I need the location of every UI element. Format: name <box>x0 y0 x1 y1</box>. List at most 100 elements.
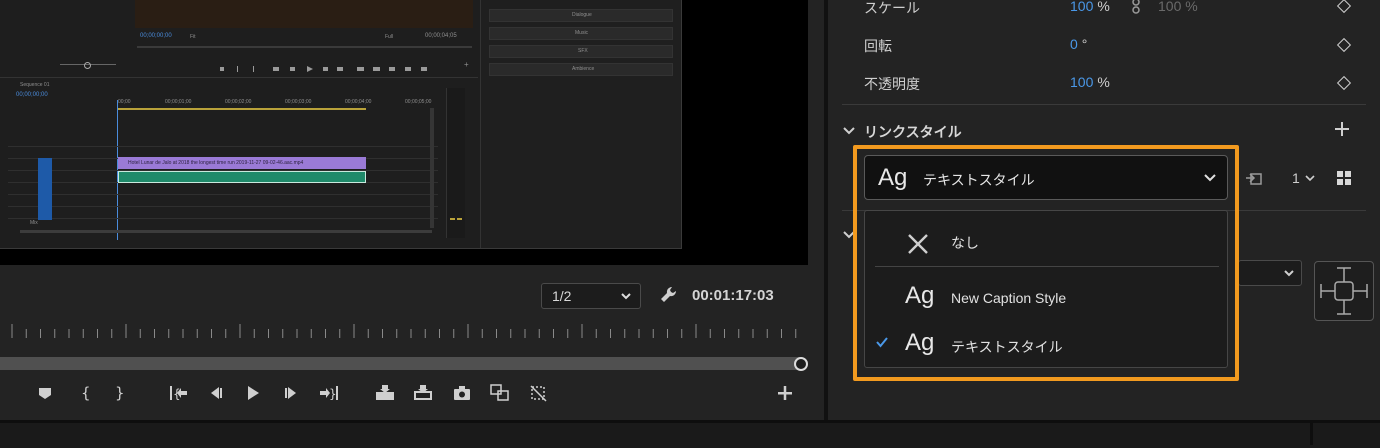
text-style-icon: Ag <box>905 329 935 356</box>
mark-in-icon: { <box>81 384 91 402</box>
nested-ruler-tick: 00;00 <box>118 99 131 105</box>
plus-icon <box>778 386 792 400</box>
nested-mix-label: Mix <box>30 220 38 226</box>
nested-premiere-screenshot: 00;00;00;00 Fit Full 00;00;04;05 + Dialo… <box>0 0 682 249</box>
step-back-button[interactable] <box>205 383 227 403</box>
nested-work-area-bar <box>118 108 366 110</box>
export-frame-button[interactable] <box>451 383 473 403</box>
chevron-down-icon <box>1284 270 1294 277</box>
anchor-position-control[interactable] <box>1314 261 1374 321</box>
overwrite-button[interactable] <box>412 383 434 403</box>
nested-timeline-panel: Sequence 01 00;00;00;00 00;00 00;00;01;0… <box>0 77 478 248</box>
proxy-toggle-button[interactable] <box>528 383 550 403</box>
rotation-unit: ° <box>1081 36 1088 52</box>
go-to-in-button[interactable]: { <box>167 383 189 403</box>
comparison-view-button[interactable] <box>489 383 511 403</box>
nested-ruler-tick: 00;00;05;00 <box>405 99 432 105</box>
insert-icon <box>376 385 394 400</box>
keyframe-toggle-icon[interactable] <box>1336 75 1352 91</box>
text-style-icon: Ag <box>905 282 935 309</box>
step-forward-button[interactable] <box>280 383 302 403</box>
overwrite-icon <box>414 385 432 400</box>
nested-fit-select: Fit <box>190 34 196 40</box>
marker-icon <box>39 388 51 399</box>
keyframe-toggle-icon[interactable] <box>1336 0 1352 14</box>
properties-panel: スケール 100% 100 % 回転 0 ° 不透明度 100% リンクスタイル … <box>828 0 1380 420</box>
opacity-unit: % <box>1097 74 1110 90</box>
chevron-down-icon <box>621 293 631 300</box>
bottom-panel-divider <box>1310 423 1313 445</box>
nested-add-icon: + <box>464 60 469 69</box>
play-icon <box>248 386 259 400</box>
proxy-icon <box>530 385 547 402</box>
scale-unit: % <box>1097 0 1110 14</box>
nested-track-targets <box>38 158 52 220</box>
scale-value[interactable]: 100% <box>1070 0 1110 14</box>
program-monitor: 00;00;00;00 Fit Full 00;00;04;05 + Dialo… <box>0 0 824 420</box>
nested-track-row <box>8 206 438 219</box>
nested-dialogue-button: Dialogue <box>572 12 592 18</box>
playhead-handle[interactable] <box>794 357 808 371</box>
play-button[interactable] <box>242 383 264 403</box>
scale-linked-value: 100 % <box>1158 0 1198 14</box>
go-to-in-icon: { <box>170 386 187 401</box>
nested-audio-clip <box>118 171 366 183</box>
chevron-down-icon[interactable] <box>1305 173 1315 183</box>
text-style-dropdown[interactable]: Ag テキストスタイル <box>864 155 1228 200</box>
nested-transport-controls <box>215 60 430 72</box>
alignment-select[interactable] <box>1238 260 1302 286</box>
nested-sequence-tab: Sequence 01 <box>20 82 50 88</box>
nested-timeline-scrollbar <box>20 230 432 233</box>
playhead-timecode[interactable]: 00:01:17:03 <box>692 287 774 304</box>
zoom-resolution-value: 1/2 <box>552 288 572 304</box>
checkmark-icon <box>876 337 888 348</box>
mark-in-button[interactable]: { <box>74 383 96 403</box>
rotation-value[interactable]: 0 ° <box>1070 36 1087 52</box>
menu-item-new-caption-style[interactable]: Ag New Caption Style <box>865 276 1227 316</box>
chevron-down-icon[interactable] <box>842 228 856 242</box>
track-count-value[interactable]: 1 <box>1292 170 1300 186</box>
opacity-value[interactable]: 100% <box>1070 74 1110 90</box>
opacity-label: 不透明度 <box>864 76 920 92</box>
menu-item-none[interactable]: なし <box>865 219 1227 259</box>
nested-music-button: Music <box>575 30 589 36</box>
close-icon <box>908 234 928 254</box>
nested-scrub-bar <box>137 46 472 48</box>
button-editor-button[interactable] <box>774 383 796 403</box>
time-ruler[interactable] <box>0 322 810 340</box>
nested-full-select: Full <box>385 34 394 40</box>
add-marker-button[interactable] <box>34 383 56 403</box>
zoom-resolution-select[interactable]: 1/2 <box>541 283 641 309</box>
chevron-down-icon[interactable] <box>842 124 856 138</box>
text-style-menu: なし Ag New Caption Style Ag テキストスタイル <box>864 210 1228 368</box>
nested-zoom-slider <box>60 62 120 69</box>
link-icon[interactable] <box>1130 0 1142 14</box>
go-to-out-button[interactable]: } <box>318 383 340 403</box>
nested-video-clip-label: Hotel Lunar de Jalo at 2018 the longest … <box>128 160 304 166</box>
mark-out-icon: } <box>115 384 125 402</box>
plus-icon[interactable] <box>1333 120 1351 138</box>
nested-video-thumbnail <box>135 0 473 28</box>
text-style-icon: Ag <box>878 164 908 191</box>
nested-essential-sound-panel: Dialogue Music SFX Ambience <box>480 0 681 248</box>
menu-item-label: テキストスタイル <box>951 339 1063 355</box>
grid-icon[interactable] <box>1336 170 1352 186</box>
mark-out-button[interactable]: } <box>108 383 130 403</box>
wrench-icon[interactable] <box>659 285 679 305</box>
menu-item-label: なし <box>951 235 979 251</box>
insert-button[interactable] <box>374 383 396 403</box>
push-style-icon[interactable] <box>1244 168 1264 188</box>
svg-text:}: } <box>115 384 125 402</box>
nested-ruler-tick: 00;00;03;00 <box>285 99 312 105</box>
nested-sequence-timecode: 00;00;00;00 <box>16 92 48 98</box>
scrub-bar[interactable] <box>0 357 800 370</box>
keyframe-toggle-icon[interactable] <box>1336 37 1352 53</box>
nested-program-timecode: 00;00;00;00 <box>140 33 172 39</box>
svg-text:}: } <box>329 387 337 401</box>
program-video-frame: 00;00;00;00 Fit Full 00;00;04;05 + Dialo… <box>0 0 808 265</box>
nested-ambience-button: Ambience <box>572 66 595 72</box>
menu-item-text-style[interactable]: Ag テキストスタイル <box>865 323 1227 363</box>
nested-vertical-scrollbar <box>430 108 434 228</box>
rotation-label: 回転 <box>864 38 892 54</box>
anchor-icon <box>1320 267 1368 315</box>
